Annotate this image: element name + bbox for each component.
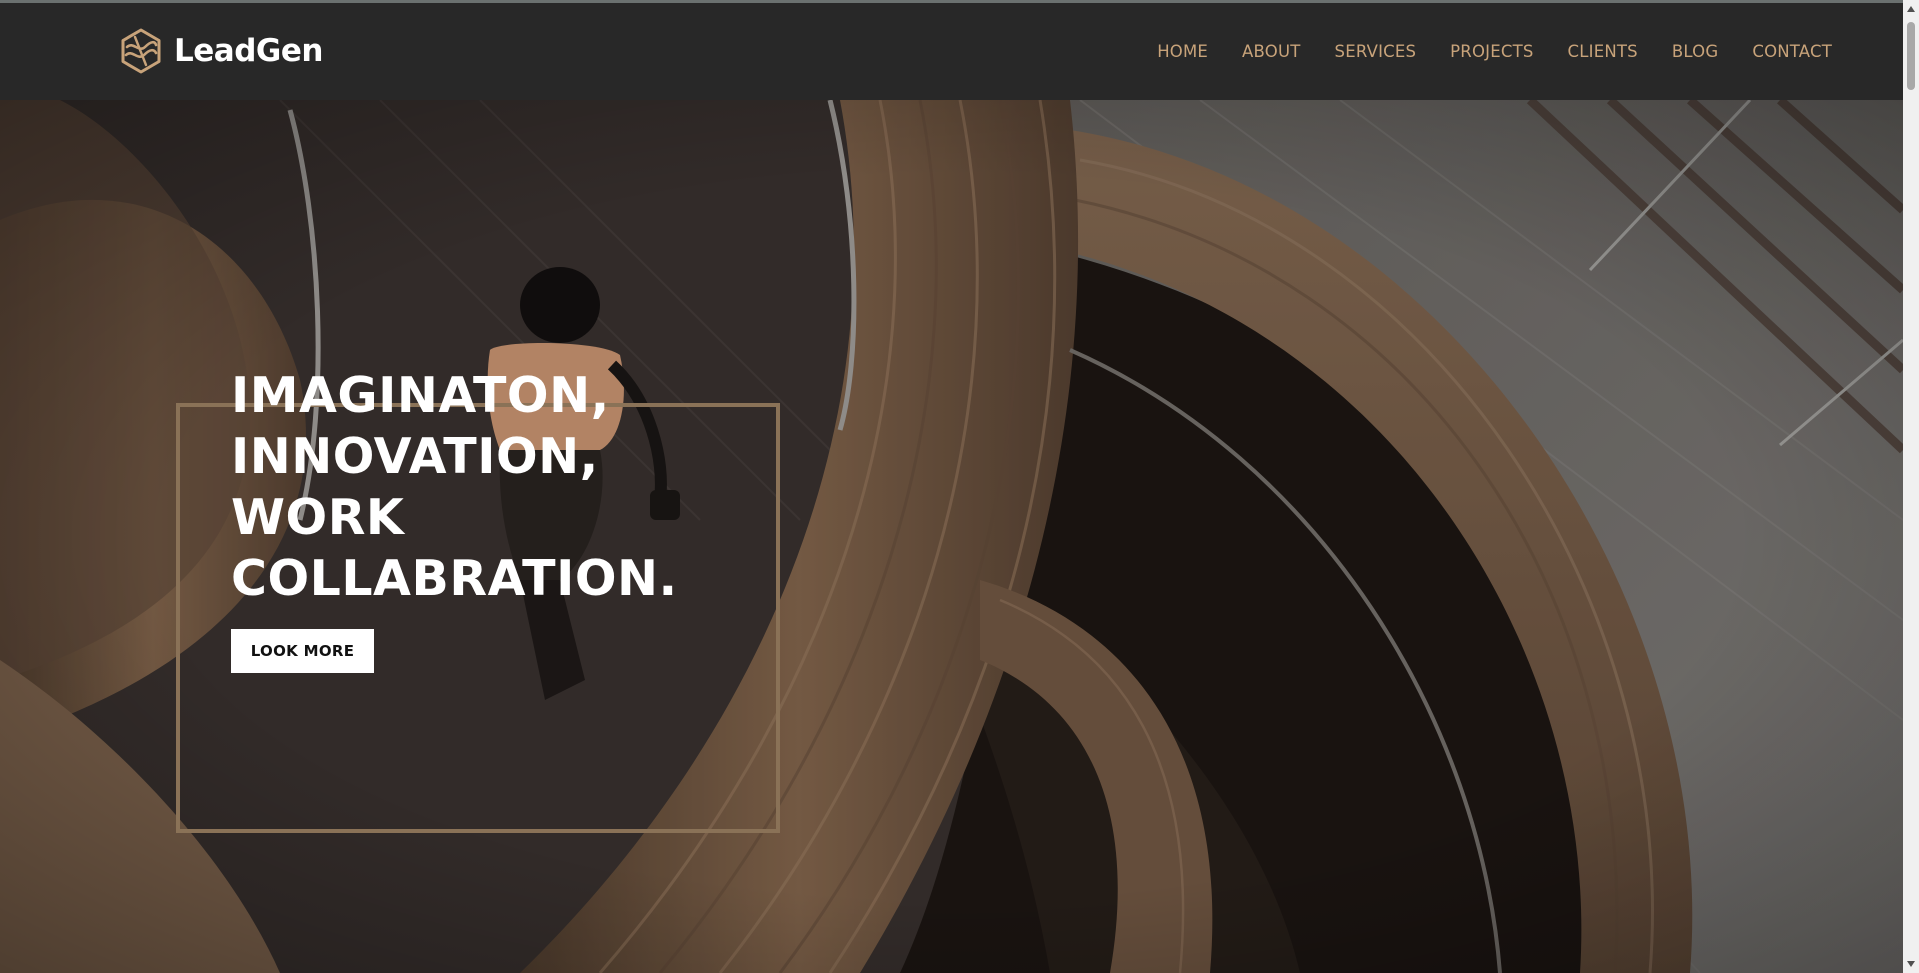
nav-item-contact[interactable]: CONTACT bbox=[1752, 42, 1832, 61]
nav-item-projects[interactable]: PROJECTS bbox=[1450, 42, 1533, 61]
headline-line-2: INNOVATION, bbox=[231, 428, 599, 485]
scroll-thumb[interactable] bbox=[1907, 22, 1915, 90]
nav-item-clients[interactable]: CLIENTS bbox=[1568, 42, 1638, 61]
brand-name: LeadGen bbox=[174, 33, 323, 69]
hexagon-waves-icon bbox=[121, 28, 161, 74]
headline-line-1: IMAGINATON, bbox=[231, 367, 610, 424]
page: LeadGen HOME ABOUT SERVICES PROJECTS CLI… bbox=[0, 0, 1903, 973]
hero-headline: IMAGINATON, INNOVATION, WORK COLLABRATIO… bbox=[231, 365, 751, 609]
nav-item-services[interactable]: SERVICES bbox=[1335, 42, 1417, 61]
page-scrollbar[interactable] bbox=[1903, 0, 1919, 973]
nav-item-home[interactable]: HOME bbox=[1157, 42, 1208, 61]
main-nav: HOME ABOUT SERVICES PROJECTS CLIENTS BLO… bbox=[1157, 3, 1832, 100]
headline-line-4: COLLABRATION. bbox=[231, 550, 678, 607]
headline-line-3: WORK bbox=[231, 489, 405, 546]
scroll-down-icon[interactable] bbox=[1907, 961, 1915, 967]
look-more-button[interactable]: LOOK MORE bbox=[231, 629, 374, 673]
scroll-up-icon[interactable] bbox=[1907, 6, 1915, 12]
nav-item-blog[interactable]: BLOG bbox=[1672, 42, 1719, 61]
nav-item-about[interactable]: ABOUT bbox=[1242, 42, 1300, 61]
site-header: LeadGen HOME ABOUT SERVICES PROJECTS CLI… bbox=[0, 3, 1903, 100]
logo-link[interactable]: LeadGen bbox=[118, 27, 323, 75]
window-top-border bbox=[0, 0, 1919, 3]
